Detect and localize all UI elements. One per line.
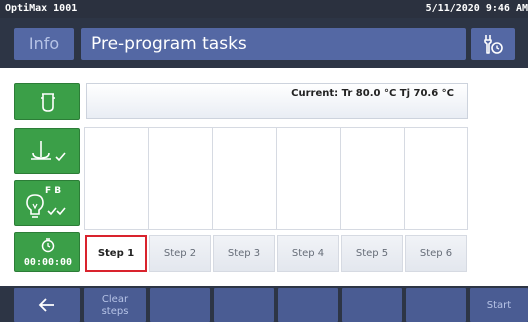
clear-steps-button[interactable]: Clear steps xyxy=(84,288,146,322)
step-tab-3[interactable]: Step 3 xyxy=(213,235,275,272)
clear-label-line1: Clear xyxy=(101,294,129,305)
bottom-bar: Clear steps Start xyxy=(0,286,528,322)
footer-slot-6[interactable] xyxy=(342,288,402,322)
timer-button[interactable]: 00:00:00 xyxy=(14,232,80,272)
footer-slot-5[interactable] xyxy=(278,288,338,322)
step-column-5[interactable] xyxy=(341,128,405,229)
step-tab-2[interactable]: Step 2 xyxy=(149,235,211,272)
start-button[interactable]: Start xyxy=(470,288,528,322)
current-readout: Current: Tr 80.0 °C Tj 70.6 °C xyxy=(291,88,454,99)
footer-slot-4[interactable] xyxy=(214,288,274,322)
footer-slot-7[interactable] xyxy=(406,288,466,322)
wrench-clock-icon xyxy=(484,35,503,54)
stirrer-check-icon xyxy=(31,141,66,162)
step-column-1[interactable] xyxy=(85,128,149,229)
timer-value: 00:00:00 xyxy=(23,257,73,268)
header: Info Pre-program tasks xyxy=(0,18,528,68)
reactor-button[interactable] xyxy=(14,83,80,120)
footer-slot-3[interactable] xyxy=(150,288,210,322)
back-button[interactable] xyxy=(14,288,80,322)
timer-icon xyxy=(41,238,55,253)
step-tab-1[interactable]: Step 1 xyxy=(85,235,147,272)
step-task-grid xyxy=(84,127,468,230)
datetime: 5/11/2020 9:46 AM xyxy=(425,3,528,14)
step-tab-4[interactable]: Step 4 xyxy=(277,235,339,272)
tools-button[interactable] xyxy=(471,28,515,60)
info-button[interactable]: Info xyxy=(14,28,74,60)
step-tab-6[interactable]: Step 6 xyxy=(405,235,467,272)
start-label: Start xyxy=(486,300,512,311)
bulb-button[interactable]: F B xyxy=(14,180,80,226)
device-name: OptiMax 1001 xyxy=(5,3,78,14)
step-column-3[interactable] xyxy=(213,128,277,229)
step-column-4[interactable] xyxy=(277,128,341,229)
step-tab-5[interactable]: Step 5 xyxy=(341,235,403,272)
page-title: Pre-program tasks xyxy=(81,28,466,60)
current-readout-bar: Current: Tr 80.0 °C Tj 70.6 °C xyxy=(86,83,468,119)
stirrer-button[interactable] xyxy=(14,128,80,174)
step-column-6[interactable] xyxy=(405,128,467,229)
arrow-left-icon xyxy=(38,298,54,312)
reactor-vessel-icon xyxy=(41,93,55,112)
status-bar: OptiMax 1001 5/11/2020 9:46 AM xyxy=(0,0,528,18)
step-column-2[interactable] xyxy=(149,128,213,229)
clear-label-line2: steps xyxy=(101,306,129,317)
bulb-letters: F B xyxy=(45,186,62,196)
